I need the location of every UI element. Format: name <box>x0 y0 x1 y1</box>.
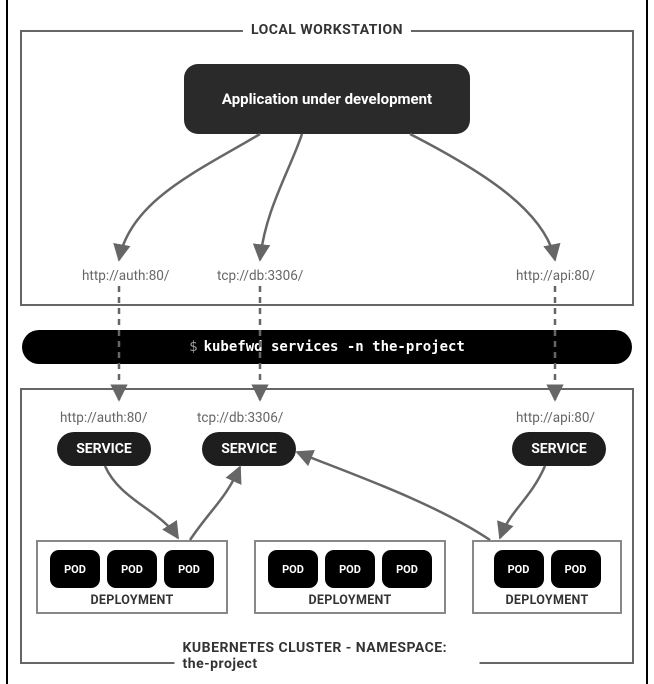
pod: POD <box>551 550 601 588</box>
command-prompt: $ <box>189 339 197 355</box>
service-label: SERVICE <box>221 441 277 457</box>
app-under-development-label: Application under development <box>222 90 432 108</box>
cluster-url-api: http://api:80/ <box>516 410 595 426</box>
local-url-auth: http://auth:80/ <box>82 268 169 284</box>
pod: POD <box>268 550 318 588</box>
service-label: SERVICE <box>531 441 587 457</box>
service-api: SERVICE <box>512 432 606 466</box>
command-text: kubefwd services -n the-project <box>204 339 465 355</box>
local-workstation-label: LOCAL WORKSTATION <box>243 22 411 38</box>
deployment-label: DEPLOYMENT <box>474 593 620 608</box>
service-label: SERVICE <box>76 441 132 457</box>
kubernetes-cluster-box: KUBERNETES CLUSTER - NAMESPACE: the-proj… <box>20 388 634 664</box>
deployment-api: POD POD DEPLOYMENT <box>472 540 622 614</box>
deployment-db: POD POD POD DEPLOYMENT <box>254 540 446 614</box>
pod: POD <box>107 550 157 588</box>
deployment-label: DEPLOYMENT <box>38 593 226 608</box>
cluster-url-db: tcp://db:3306/ <box>197 410 283 426</box>
service-db: SERVICE <box>202 432 296 466</box>
pod: POD <box>382 550 432 588</box>
kubefwd-command: $ kubefwd services -n the-project <box>22 330 632 364</box>
pod: POD <box>50 550 100 588</box>
local-workstation-box: LOCAL WORKSTATION Application under deve… <box>20 30 634 306</box>
pod-row: POD POD <box>474 550 620 588</box>
local-url-db: tcp://db:3306/ <box>217 268 303 284</box>
cluster-url-auth: http://auth:80/ <box>60 410 147 426</box>
deployment-auth: POD POD POD DEPLOYMENT <box>36 540 228 614</box>
deployment-label: DEPLOYMENT <box>256 593 444 608</box>
app-under-development-box: Application under development <box>184 64 470 134</box>
pod-row: POD POD POD <box>38 550 226 588</box>
pod: POD <box>164 550 214 588</box>
kubernetes-cluster-label: KUBERNETES CLUSTER - NAMESPACE: the-proj… <box>175 640 480 672</box>
service-auth: SERVICE <box>57 432 151 466</box>
pod: POD <box>494 550 544 588</box>
local-url-api: http://api:80/ <box>516 268 595 284</box>
pod: POD <box>325 550 375 588</box>
pod-row: POD POD POD <box>256 550 444 588</box>
